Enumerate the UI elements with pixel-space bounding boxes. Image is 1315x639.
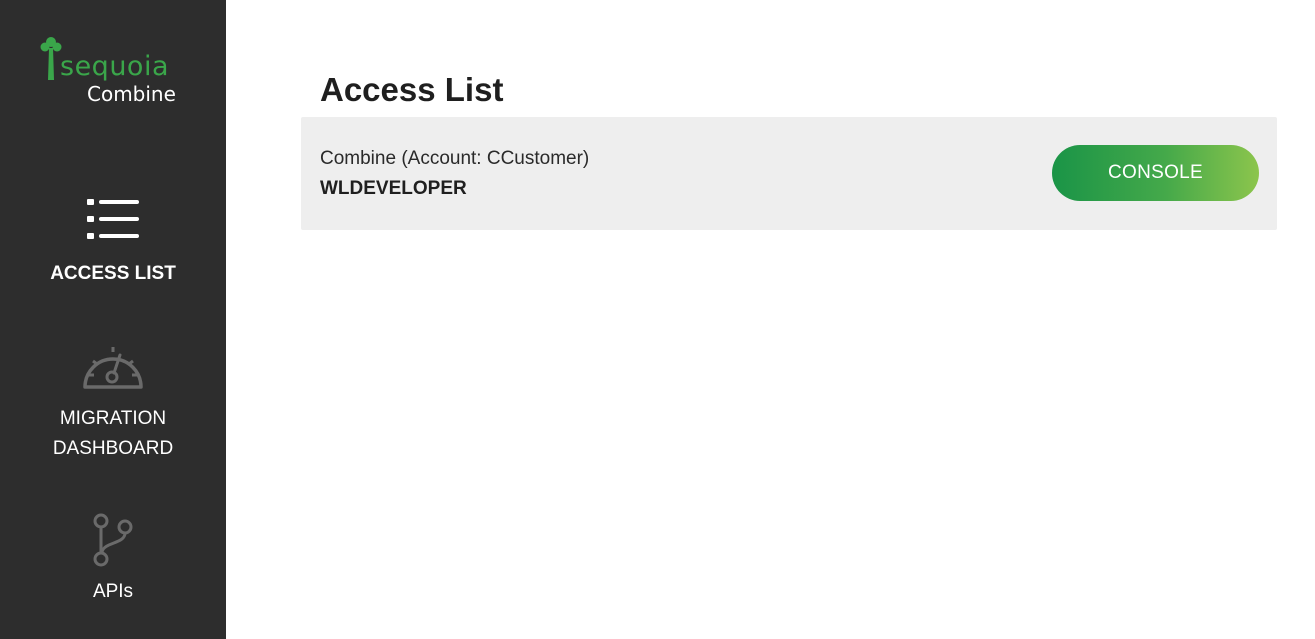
console-button[interactable]: CONSOLE <box>1052 145 1259 201</box>
sidebar-item-label: ACCESS LIST <box>50 263 176 284</box>
logo-brand-text: sequoia <box>60 51 169 82</box>
account-label: Combine (Account: CCustomer) <box>320 148 590 169</box>
access-list-entry: Combine (Account: CCustomer) WLDEVELOPER… <box>301 117 1277 230</box>
sidebar-item-label-line1: MIGRATION <box>59 408 167 429</box>
sidebar-item-apis[interactable]: APIs <box>0 508 226 618</box>
branch-icon <box>0 512 226 568</box>
sidebar-item-migration-dashboard[interactable]: MIGRATION DASHBOARD <box>0 335 226 470</box>
user-name: WLDEVELOPER <box>320 178 467 199</box>
gauge-icon <box>0 339 226 391</box>
sidebar: sequoia Combine ACCESS LIST MIGRATION DA… <box>0 0 226 639</box>
sequoia-combine-logo[interactable]: sequoia Combine <box>38 34 188 108</box>
sidebar-item-label-line2: DASHBOARD <box>52 438 174 459</box>
app-root: sequoia Combine ACCESS LIST MIGRATION DA… <box>0 0 1315 639</box>
page-title: Access List <box>320 71 504 108</box>
sidebar-item-label: MIGRATION DASHBOARD <box>0 404 226 464</box>
sidebar-item-access-list[interactable]: ACCESS LIST <box>0 190 226 300</box>
logo-product-text: Combine <box>87 82 176 106</box>
list-icon <box>0 196 226 242</box>
sidebar-item-label: APIs <box>92 581 134 602</box>
